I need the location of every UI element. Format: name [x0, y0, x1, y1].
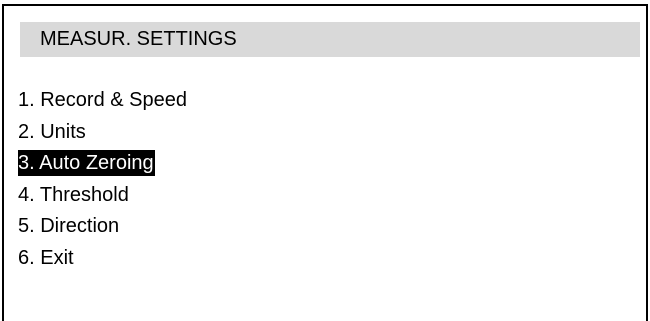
menu-item-label: 6. Exit [18, 246, 74, 269]
menu-item-direction[interactable]: 5. Direction [18, 212, 188, 244]
screen-title: MEASUR. SETTINGS [40, 28, 237, 50]
menu-item-label: 4. Threshold [18, 183, 129, 206]
menu-item-units[interactable]: 2. Units [18, 118, 188, 150]
settings-menu: 1. Record & Speed 2. Units 3. Auto Zeroi… [18, 86, 188, 275]
menu-item-record-speed[interactable]: 1. Record & Speed [18, 86, 188, 118]
menu-item-label: 5. Direction [18, 215, 120, 237]
device-screen: MEASUR. SETTINGS 1. Record & Speed 2. Un… [2, 4, 648, 321]
menu-item-exit[interactable]: 6. Exit [18, 244, 188, 276]
menu-item-label: 1. Record & Speed [18, 89, 187, 111]
menu-item-label: 3. Auto Zeroing [18, 150, 155, 176]
title-bar: MEASUR. SETTINGS [20, 22, 640, 57]
menu-item-label: 2. Units [18, 120, 86, 143]
menu-item-auto-zeroing[interactable]: 3. Auto Zeroing [18, 149, 188, 181]
menu-item-threshold[interactable]: 4. Threshold [18, 181, 188, 213]
